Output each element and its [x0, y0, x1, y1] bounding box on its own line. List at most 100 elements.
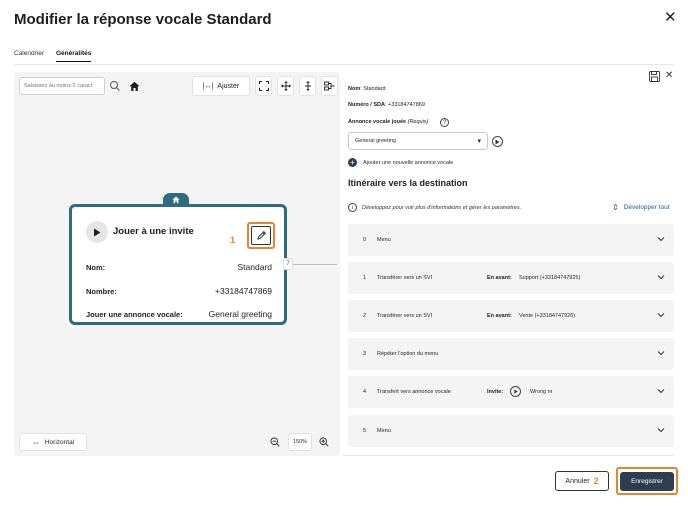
flow-node-card[interactable]: Jouer à une invite 1 Nom: Standard Nombr…	[69, 204, 287, 325]
zoom-level: 150%	[288, 433, 312, 451]
step-marker-1: 1	[230, 235, 236, 246]
chevron-down-icon[interactable]	[657, 426, 665, 434]
node-row-value: General greeting	[208, 309, 272, 319]
zoom-out-icon[interactable]	[267, 433, 283, 451]
route-key: Invite:	[487, 389, 504, 395]
help-icon[interactable]: ?	[440, 118, 449, 127]
route-label: Transférer vers un SVI	[377, 313, 433, 319]
tabs-divider	[14, 64, 674, 65]
chevron-down-icon[interactable]	[657, 311, 665, 319]
route-number: 3	[363, 351, 367, 357]
node-row-value: Standard	[237, 262, 273, 272]
annonce-line: Annonce vocale jouée (Requis)	[348, 119, 428, 125]
horizontal-arrows-icon: ⇔	[31, 437, 40, 447]
info-text: Développez pour voir plus d'informations…	[362, 204, 522, 211]
route-value: Support (+33184747925)	[519, 275, 581, 281]
sda-label: Numéro / SDA	[348, 102, 385, 108]
node-row-label: Nom:	[86, 263, 106, 272]
info-line: i Développez pour voir plus d'informatio…	[348, 203, 521, 212]
zoom-in-icon[interactable]	[316, 433, 332, 451]
add-label: Ajouter une nouvelle annonce vocale	[363, 159, 454, 166]
route-item[interactable]: 0 Menu	[348, 224, 674, 256]
route-label: Menu	[377, 428, 391, 434]
cancel-button[interactable]: Annuler 2	[555, 471, 609, 491]
tab-calendrier[interactable]: Calendrier	[14, 50, 44, 62]
canvas-toolbar: |↔| Ajuster	[192, 76, 338, 96]
node-row-label: Nombre:	[86, 287, 117, 296]
play-icon[interactable]	[86, 221, 108, 243]
route-item[interactable]: 4 Transfert vers annonce vocale Invite: …	[348, 376, 674, 408]
home-icon	[172, 196, 180, 204]
route-key: En avant:	[487, 275, 512, 281]
node-title: Jouer à une invite	[113, 226, 194, 237]
annonce-select[interactable]: General greeting ▾	[348, 132, 488, 150]
route-label: Menu	[377, 237, 391, 243]
chevron-down-icon[interactable]	[657, 349, 665, 357]
annonce-required: (Requis)	[407, 119, 429, 125]
search-icon[interactable]	[109, 80, 121, 92]
route-label: Transférer vers un SVI	[377, 275, 433, 281]
horizontal-layout-button[interactable]: ⇔ Horizontal	[19, 433, 87, 451]
route-label: Transfert vers annonce vocale	[377, 389, 451, 395]
connector-line	[293, 264, 337, 265]
route-key: En avant:	[487, 313, 512, 319]
sda-value: +33184747869	[388, 102, 425, 108]
sda-line: Numéro / SDA: +33184747869	[348, 102, 425, 108]
home-icon[interactable]	[125, 77, 143, 95]
horizontal-label: Horizontal	[44, 438, 75, 446]
edit-node-button[interactable]	[247, 222, 275, 249]
tab-generalites[interactable]: Généralités	[56, 50, 92, 62]
fit-button[interactable]: |↔| Ajuster	[192, 76, 250, 96]
vertical-spacing-icon[interactable]	[299, 76, 316, 96]
add-announcement-button[interactable]: + Ajouter une nouvelle annonce vocale	[348, 158, 453, 167]
step-marker-2: 2	[593, 476, 599, 486]
nom-line: Nom: Standard	[348, 86, 386, 92]
select-value: General greeting	[355, 138, 396, 144]
expand-all-button[interactable]: ⇕ Développer tout	[612, 203, 670, 212]
play-preview-icon[interactable]	[492, 136, 503, 147]
save-button-highlight: Enregistrer	[616, 467, 678, 495]
nom-value: Standard	[363, 86, 386, 92]
route-number: 5	[363, 428, 367, 434]
node-row-label: Jouer une annonce vocale:	[86, 310, 183, 319]
fit-icon: |↔|	[202, 82, 214, 90]
route-number: 4	[363, 389, 367, 395]
nom-label: Nom	[348, 86, 361, 92]
annonce-label: Annonce vocale jouée	[348, 119, 407, 125]
plus-icon: +	[348, 158, 357, 167]
tab-bar: Calendrier Généralités	[14, 50, 92, 62]
route-number: 2	[363, 313, 367, 319]
node-row-value: +33184747869	[215, 286, 272, 296]
route-item[interactable]: 2 Transférer vers un SVI En avant: Vente…	[348, 300, 674, 332]
info-icon: i	[348, 203, 357, 212]
play-icon[interactable]	[510, 386, 521, 397]
chevron-down-icon[interactable]	[657, 235, 665, 243]
route-value: Vente (+33184747926)	[519, 313, 576, 319]
close-icon[interactable]: ✕	[664, 10, 677, 25]
route-label: Répéter l'option du menu	[377, 351, 439, 357]
route-number: 0	[363, 237, 367, 243]
fullscreen-icon[interactable]	[255, 76, 272, 96]
save-icon[interactable]	[649, 71, 660, 82]
dialog-title: Modifier la réponse vocale Standard	[14, 11, 272, 28]
chevron-down-icon[interactable]	[657, 387, 665, 395]
fit-label: Ajuster	[217, 82, 240, 90]
pencil-icon	[251, 226, 271, 245]
flow-canvas[interactable]: |↔| Ajuster Jouer à une invite 1 Nom:	[14, 72, 340, 456]
layout-icon[interactable]	[321, 76, 338, 96]
footer-divider	[343, 455, 674, 456]
save-button[interactable]: Enregistrer	[620, 471, 674, 491]
panel-close-icon[interactable]: ✕	[665, 70, 673, 81]
search-input[interactable]	[19, 77, 105, 95]
expand-icon: ⇕	[612, 203, 619, 212]
route-value: Wrong nr	[530, 389, 553, 395]
route-number: 1	[363, 275, 367, 281]
move-icon[interactable]	[277, 76, 294, 96]
route-item[interactable]: 5 Menu	[348, 415, 674, 447]
chevron-down-icon[interactable]	[657, 273, 665, 281]
route-item[interactable]: 3 Répéter l'option du menu	[348, 338, 674, 370]
cancel-label: Annuler	[565, 477, 590, 485]
route-item[interactable]: 1 Transférer vers un SVI En avant: Suppo…	[348, 262, 674, 294]
itinerary-title: Itinéraire vers la destination	[348, 178, 468, 188]
connector-port[interactable]: 7	[283, 258, 293, 270]
